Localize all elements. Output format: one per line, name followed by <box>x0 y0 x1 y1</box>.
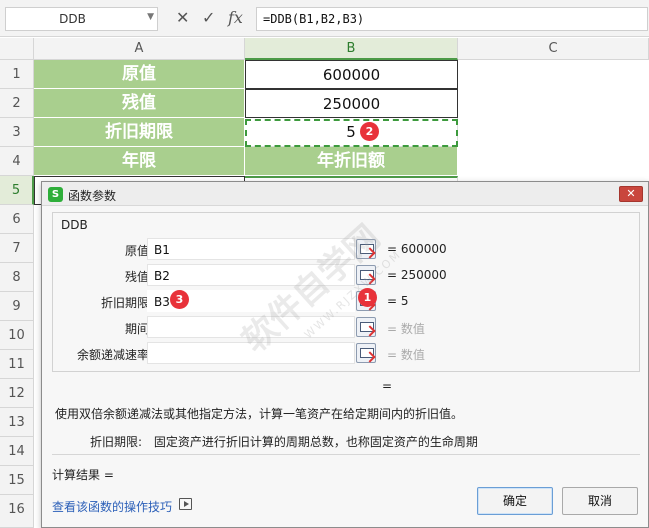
arg-row-period: 期间 = 数值 <box>53 316 639 338</box>
row-header-16[interactable]: 16 <box>0 495 34 528</box>
help-link[interactable]: 查看该函数的操作技巧 <box>52 498 172 515</box>
video-play-icon[interactable] <box>179 498 192 510</box>
formula-result: = <box>382 379 393 393</box>
arg-result: = 250000 <box>387 268 447 282</box>
dialog-title: 函数参数 <box>68 189 117 203</box>
cancel-button[interactable]: 取消 <box>562 487 638 515</box>
enter-icon[interactable]: ✓ <box>202 8 215 27</box>
row-header-9[interactable]: 9 <box>0 292 34 321</box>
arg-result: = 5 <box>387 294 409 308</box>
arg-row-cost: 原值 B1 = 600000 <box>53 238 639 260</box>
range-picker-icon[interactable] <box>356 265 376 285</box>
row-header-14[interactable]: 14 <box>0 437 34 466</box>
cancel-icon[interactable]: ✕ <box>176 8 189 27</box>
formula-input[interactable]: =DDB(B1,B2,B3) <box>256 7 648 31</box>
row-header-8[interactable]: 8 <box>0 263 34 292</box>
name-box-value: DDB <box>59 12 86 26</box>
row-header-11[interactable]: 11 <box>0 350 34 379</box>
arg-row-factor: 余额递减速率 = 数值 <box>53 342 639 364</box>
arg-input-period[interactable] <box>147 316 355 338</box>
range-picker-icon[interactable] <box>356 317 376 337</box>
arg-value: B3 <box>154 295 170 309</box>
divider <box>52 454 640 455</box>
row-header-5[interactable]: 5 <box>0 176 34 205</box>
arg-input-cost[interactable]: B1 <box>147 238 355 260</box>
ok-button[interactable]: 确定 <box>477 487 553 515</box>
row-header-15[interactable]: 15 <box>0 466 34 495</box>
arg-label: 折旧期限 <box>100 296 149 310</box>
arg-value: B2 <box>154 269 170 283</box>
row-header-7[interactable]: 7 <box>0 234 34 263</box>
cell-b4[interactable]: 年折旧额 <box>245 147 458 176</box>
copy-marquee <box>245 119 458 147</box>
arguments-group: DDB 原值 B1 = 600000 残值 B2 = 250000 折旧期限 B… <box>52 212 640 372</box>
fx-icon[interactable]: fx <box>228 8 243 27</box>
step-badge-3: 3 <box>170 290 189 309</box>
select-all-corner[interactable] <box>0 38 34 60</box>
step-badge-2: 2 <box>360 122 379 141</box>
row-header-3[interactable]: 3 <box>0 118 34 147</box>
arg-value: B1 <box>154 243 170 257</box>
close-icon[interactable]: ✕ <box>619 186 643 202</box>
arg-label: 残值 <box>124 270 149 284</box>
function-arguments-dialog: S 函数参数 ✕ DDB 原值 B1 = 600000 残值 B2 = 2500… <box>41 181 649 528</box>
row-header-12[interactable]: 12 <box>0 379 34 408</box>
cell-a2[interactable]: 残值 <box>34 89 245 118</box>
row-header-10[interactable]: 10 <box>0 321 34 350</box>
arg-label: 原值 <box>124 244 149 258</box>
arg-input-factor[interactable] <box>147 342 355 364</box>
parameter-text: 固定资产进行折旧计算的周期总数，也称固定资产的生命周期 <box>153 435 478 449</box>
range-picker-icon[interactable] <box>356 343 376 363</box>
formula-text: =DDB(B1,B2,B3) <box>263 12 365 26</box>
arg-label: 余额递减速率 <box>76 348 149 362</box>
arg-result: = 600000 <box>387 242 447 256</box>
arg-row-salvage: 残值 B2 = 250000 <box>53 264 639 286</box>
row-header-1[interactable]: 1 <box>0 60 34 89</box>
column-header-b[interactable]: B <box>245 38 458 60</box>
row-header-4[interactable]: 4 <box>0 147 34 176</box>
dialog-titlebar[interactable]: S 函数参数 ✕ <box>42 182 648 206</box>
arg-row-life: 折旧期限 B3 = 5 <box>53 290 639 312</box>
step-badge-1: 1 <box>358 288 377 307</box>
column-header-c[interactable]: C <box>458 38 649 60</box>
name-box[interactable]: DDB ▼ <box>5 7 158 31</box>
cell-a3[interactable]: 折旧期限 <box>34 118 245 147</box>
function-name: DDB <box>61 218 88 232</box>
row-header-6[interactable]: 6 <box>0 205 34 234</box>
arg-result: = 数值 <box>387 322 425 336</box>
formula-bar: DDB ▼ ✕ ✓ fx =DDB(B1,B2,B3) <box>0 0 649 37</box>
calculation-result: 计算结果 = <box>52 468 114 482</box>
cell-b1[interactable]: 600000 <box>245 60 458 89</box>
range-picker-icon[interactable] <box>356 239 376 259</box>
arg-result: = 数值 <box>387 348 425 362</box>
column-header-a[interactable]: A <box>34 38 245 60</box>
arg-input-salvage[interactable]: B2 <box>147 264 355 286</box>
cell-a4[interactable]: 年限 <box>34 147 245 176</box>
parameter-name: 折旧期限: <box>90 435 143 449</box>
cell-a1[interactable]: 原值 <box>34 60 245 89</box>
row-header-13[interactable]: 13 <box>0 408 34 437</box>
parameter-description: 折旧期限: 固定资产进行折旧计算的周期总数，也称固定资产的生命周期 <box>90 433 478 450</box>
chevron-down-icon[interactable]: ▼ <box>147 12 154 22</box>
cell-b2[interactable]: 250000 <box>245 89 458 118</box>
wps-logo-icon: S <box>48 187 63 202</box>
row-header-2[interactable]: 2 <box>0 89 34 118</box>
function-description: 使用双倍余额递减法或其他指定方法，计算一笔资产在给定期间内的折旧值。 <box>55 407 464 421</box>
arg-label: 期间 <box>124 322 149 336</box>
